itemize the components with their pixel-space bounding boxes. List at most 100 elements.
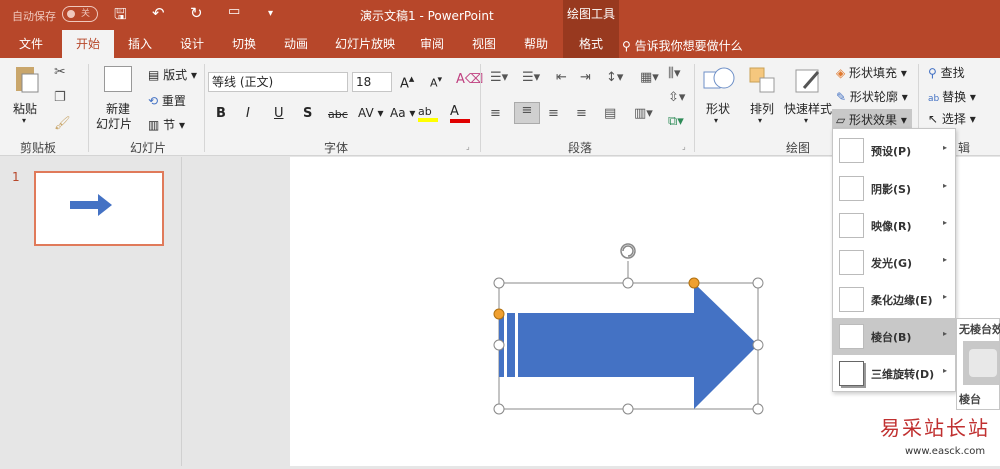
tab-design[interactable]: 设计 bbox=[170, 30, 214, 58]
tab-view[interactable]: 视图 bbox=[462, 30, 506, 58]
paste-icon[interactable] bbox=[12, 64, 44, 94]
strikethrough-button[interactable]: abc bbox=[328, 108, 348, 121]
text-shadow-button[interactable]: S bbox=[303, 106, 312, 121]
columns-icon[interactable]: ▦▾ bbox=[640, 70, 659, 85]
divider bbox=[694, 64, 695, 152]
drawing-tools-title: 绘图工具 bbox=[563, 0, 619, 30]
find-button[interactable]: ⚲ 查找 bbox=[928, 64, 965, 81]
font-name-combo[interactable]: 等线 (正文) bbox=[208, 72, 348, 92]
striped-arrow-shape[interactable] bbox=[499, 283, 758, 409]
rotation-handle[interactable] bbox=[620, 243, 636, 283]
text-direction-icon[interactable]: ⫼▾ bbox=[668, 66, 681, 81]
text-columns-icon[interactable]: ▥▾ bbox=[634, 106, 653, 121]
reset-button[interactable]: ⟲ 重置 bbox=[148, 92, 186, 109]
paste-button[interactable]: 粘贴 bbox=[13, 100, 37, 117]
line-spacing-icon[interactable]: ↕▾ bbox=[606, 70, 623, 85]
menu-item-3d-rotation[interactable]: 三维旋转(D) ▸ bbox=[833, 355, 955, 392]
redo-icon[interactable]: ↻ bbox=[190, 4, 203, 22]
tab-format[interactable]: 格式 bbox=[563, 30, 619, 58]
shapes-dropdown-icon[interactable]: ▾ bbox=[714, 116, 718, 125]
tab-animations[interactable]: 动画 bbox=[274, 30, 318, 58]
resize-handle[interactable] bbox=[622, 277, 634, 289]
resize-handle[interactable] bbox=[752, 277, 764, 289]
autosave-toggle[interactable]: 关 bbox=[62, 6, 98, 22]
font-size-combo[interactable]: 18 bbox=[352, 72, 392, 92]
tab-help[interactable]: 帮助 bbox=[514, 30, 558, 58]
italic-button[interactable]: I bbox=[246, 106, 250, 121]
arrange-icon[interactable] bbox=[748, 66, 778, 96]
cut-icon[interactable]: ✂ bbox=[54, 64, 66, 80]
new-slide-label-2[interactable]: 幻灯片 bbox=[96, 115, 132, 132]
section-button[interactable]: ▥ 节 ▾ bbox=[148, 116, 185, 133]
quick-styles-dropdown-icon[interactable]: ▾ bbox=[804, 116, 808, 125]
align-left-icon[interactable]: ≡ bbox=[490, 106, 501, 121]
quick-styles-button[interactable]: 快速样式 bbox=[784, 100, 832, 117]
increase-font-icon[interactable]: A▴ bbox=[400, 72, 414, 91]
select-button[interactable]: ↖ 选择 ▾ bbox=[928, 110, 976, 127]
tab-insert[interactable]: 插入 bbox=[118, 30, 162, 58]
tab-transitions[interactable]: 切换 bbox=[222, 30, 266, 58]
bold-button[interactable]: B bbox=[216, 106, 226, 121]
tab-review[interactable]: 审阅 bbox=[410, 30, 454, 58]
layout-button[interactable]: ▤ 版式 ▾ bbox=[148, 66, 197, 83]
resize-handle[interactable] bbox=[752, 339, 764, 351]
format-painter-icon[interactable]: 🖌 bbox=[54, 116, 71, 131]
font-color-icon[interactable]: A bbox=[450, 104, 472, 126]
paste-dropdown-icon[interactable]: ▾ bbox=[22, 116, 26, 125]
shapes-button[interactable]: 形状 bbox=[706, 100, 730, 117]
adjust-handle[interactable] bbox=[688, 277, 700, 289]
resize-handle[interactable] bbox=[622, 403, 634, 415]
underline-button[interactable]: U bbox=[274, 106, 284, 121]
menu-item-preset[interactable]: 预设(P) ▸ bbox=[833, 132, 955, 169]
tab-slideshow[interactable]: 幻灯片放映 bbox=[328, 30, 402, 58]
highlight-color-icon[interactable]: ab bbox=[418, 104, 440, 126]
paragraph-dialog-launcher-icon[interactable]: ⌟ bbox=[682, 142, 686, 151]
decrease-indent-icon[interactable]: ⇤ bbox=[556, 70, 567, 85]
tab-file[interactable]: 文件 bbox=[8, 30, 54, 58]
quick-styles-icon[interactable] bbox=[794, 66, 824, 96]
adjust-handle[interactable] bbox=[493, 308, 505, 320]
arrange-dropdown-icon[interactable]: ▾ bbox=[758, 116, 762, 125]
shapes-icon[interactable] bbox=[702, 64, 736, 98]
customize-qat-icon[interactable]: ▾ bbox=[268, 8, 273, 19]
menu-item-glow[interactable]: 发光(G) ▸ bbox=[833, 244, 955, 281]
copy-icon[interactable]: ❐ bbox=[54, 90, 66, 105]
slide-thumbnail[interactable] bbox=[34, 171, 164, 246]
justify-icon[interactable]: ≡ bbox=[576, 106, 587, 121]
menu-item-shadow[interactable]: 阴影(S) ▸ bbox=[833, 170, 955, 207]
bevel-preview-icon bbox=[969, 349, 997, 377]
shape-outline-button[interactable]: ✎ 形状轮廓 ▾ bbox=[836, 88, 908, 105]
new-slide-icon[interactable] bbox=[104, 66, 132, 92]
save-icon[interactable]: 🖫 bbox=[114, 4, 127, 29]
menu-item-reflection[interactable]: 映像(R) ▸ bbox=[833, 207, 955, 244]
tell-me-search[interactable]: ⚲ 告诉我你想要做什么 bbox=[622, 37, 743, 54]
char-spacing-button[interactable]: AV ▾ bbox=[358, 106, 384, 120]
resize-handle[interactable] bbox=[493, 339, 505, 351]
menu-item-soft-edges[interactable]: 柔化边缘(E) ▸ bbox=[833, 281, 955, 318]
font-dialog-launcher-icon[interactable]: ⌟ bbox=[466, 142, 470, 151]
menu-item-bevel[interactable]: 棱台(B) ▸ bbox=[833, 318, 955, 355]
align-center-icon[interactable]: ≡ bbox=[514, 102, 540, 124]
slide-number: 1 bbox=[12, 170, 20, 184]
resize-handle[interactable] bbox=[493, 277, 505, 289]
decrease-font-icon[interactable]: A▾ bbox=[430, 74, 442, 90]
shape-fill-button[interactable]: ◈ 形状填充 ▾ bbox=[836, 64, 907, 81]
bullets-icon[interactable]: ☰▾ bbox=[490, 70, 508, 85]
no-bevel-option[interactable] bbox=[963, 341, 999, 385]
distributed-icon[interactable]: ▤ bbox=[604, 106, 616, 121]
numbering-icon[interactable]: ☰▾ bbox=[522, 70, 540, 85]
arrange-button[interactable]: 排列 bbox=[750, 100, 774, 117]
resize-handle[interactable] bbox=[493, 403, 505, 415]
align-text-icon[interactable]: ⇳▾ bbox=[668, 90, 685, 105]
clipboard-group-label: 剪贴板 bbox=[20, 141, 57, 155]
shape-effects-button[interactable]: ▱ 形状效果 ▾ bbox=[832, 109, 912, 128]
align-right-icon[interactable]: ≡ bbox=[548, 106, 559, 121]
undo-icon[interactable]: ↶ bbox=[152, 4, 165, 22]
tab-home[interactable]: 开始 bbox=[62, 30, 114, 58]
change-case-button[interactable]: Aa ▾ bbox=[390, 106, 415, 120]
start-slideshow-icon[interactable]: ▭ bbox=[228, 4, 240, 19]
increase-indent-icon[interactable]: ⇥ bbox=[580, 70, 591, 85]
replace-button[interactable]: ab 替换 ▾ bbox=[928, 88, 976, 105]
smartart-icon[interactable]: ⧉▾ bbox=[668, 114, 684, 129]
resize-handle[interactable] bbox=[752, 403, 764, 415]
